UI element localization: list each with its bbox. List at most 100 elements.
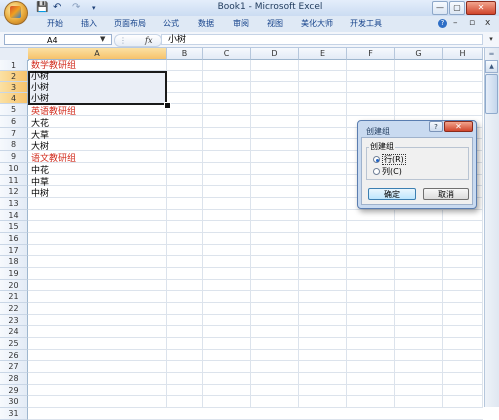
row-header-27[interactable]: 27 xyxy=(0,361,28,373)
expand-handle-icon[interactable]: ⋮ xyxy=(119,35,127,46)
undo-icon[interactable]: ↶ xyxy=(53,2,61,14)
row-header-12[interactable]: 12 xyxy=(0,186,28,198)
column-header-e[interactable]: E xyxy=(299,48,347,60)
expand-formula-bar-icon[interactable]: ▾ xyxy=(486,34,496,45)
dialog-help-button[interactable]: ? xyxy=(429,121,443,132)
tab-beautify-master[interactable]: 美化大师 xyxy=(297,16,337,32)
row-header-31[interactable]: 31 xyxy=(0,408,28,420)
cell-a12[interactable]: 中树 xyxy=(31,189,49,200)
cell-a6[interactable]: 大花 xyxy=(31,119,49,130)
cell-a2[interactable]: 小树 xyxy=(31,72,49,83)
row-header-28[interactable]: 28 xyxy=(0,373,28,385)
close-button[interactable]: ✕ xyxy=(466,1,496,15)
minimize-button[interactable]: — xyxy=(432,1,448,15)
grid-row-line xyxy=(28,407,483,408)
formula-controls: ⋮ fx xyxy=(114,34,162,47)
scrollbar-thumb[interactable] xyxy=(485,74,498,114)
cell-a7[interactable]: 大草 xyxy=(31,131,49,142)
row-header-4[interactable]: 4 xyxy=(0,93,28,104)
column-header-f[interactable]: F xyxy=(347,48,395,60)
radio-columns[interactable] xyxy=(373,168,380,175)
tab-formulas[interactable]: 公式 xyxy=(158,16,184,32)
column-header-d[interactable]: D xyxy=(251,48,299,60)
insert-function-icon[interactable]: fx xyxy=(145,35,152,46)
row-header-19[interactable]: 19 xyxy=(0,268,28,280)
row-header-29[interactable]: 29 xyxy=(0,385,28,396)
tab-insert[interactable]: 插入 xyxy=(76,16,102,32)
radio-columns-label[interactable]: 列(C) xyxy=(382,166,402,177)
formula-input[interactable]: 小树 xyxy=(161,34,483,45)
tab-view[interactable]: 视图 xyxy=(262,16,288,32)
row-header-30[interactable]: 30 xyxy=(0,396,28,408)
tab-home[interactable]: 开始 xyxy=(42,16,68,32)
tab-page-layout[interactable]: 页面布局 xyxy=(110,16,150,32)
grid-row-line xyxy=(28,325,483,326)
grid-row-line xyxy=(28,290,483,291)
cell-a5[interactable]: 英语教研组 xyxy=(31,107,76,118)
row-header-15[interactable]: 15 xyxy=(0,221,28,233)
cell-a8[interactable]: 大树 xyxy=(31,142,49,153)
workbook-minimize-icon[interactable]: – xyxy=(453,18,458,28)
radio-rows-label[interactable]: 行(R) xyxy=(382,154,406,165)
row-header-17[interactable]: 17 xyxy=(0,245,28,256)
row-header-9[interactable]: 9 xyxy=(0,151,28,163)
scroll-up-icon[interactable]: ▲ xyxy=(485,60,498,73)
column-header-h[interactable]: H xyxy=(443,48,483,60)
help-icon[interactable]: ? xyxy=(438,19,447,28)
grid-row-line xyxy=(28,372,483,373)
row-header-7[interactable]: 7 xyxy=(0,128,28,139)
row-header-11[interactable]: 11 xyxy=(0,175,28,186)
radio-rows[interactable] xyxy=(373,156,380,163)
cell-a3[interactable]: 小树 xyxy=(31,83,49,94)
dialog-close-button[interactable]: ✕ xyxy=(444,121,473,132)
workbook-close-icon[interactable]: x xyxy=(485,18,490,28)
cell-a11[interactable]: 中草 xyxy=(31,178,49,189)
tab-data[interactable]: 数据 xyxy=(193,16,219,32)
row-header-1[interactable]: 1 xyxy=(0,60,28,71)
column-header-a[interactable]: A xyxy=(28,48,167,60)
office-button[interactable] xyxy=(4,1,28,25)
save-icon[interactable]: 💾 xyxy=(36,2,48,14)
row-header-14[interactable]: 14 xyxy=(0,210,28,221)
row-header-10[interactable]: 10 xyxy=(0,163,28,175)
ok-button[interactable]: 确定 xyxy=(368,188,416,200)
cancel-button[interactable]: 取消 xyxy=(423,188,469,200)
cell-a1[interactable]: 数学教研组 xyxy=(31,61,76,72)
column-header-c[interactable]: C xyxy=(203,48,251,60)
restore-button[interactable]: ▢ xyxy=(449,1,465,15)
row-header-5[interactable]: 5 xyxy=(0,104,28,116)
customize-toolbar-icon[interactable]: ▾ xyxy=(92,2,96,14)
tab-developer[interactable]: 开发工具 xyxy=(346,16,386,32)
cell-a10[interactable]: 中花 xyxy=(31,166,49,177)
grid-row-line xyxy=(28,255,483,256)
row-header-18[interactable]: 18 xyxy=(0,256,28,268)
redo-icon[interactable]: ↷ xyxy=(72,2,80,14)
row-header-21[interactable]: 21 xyxy=(0,291,28,303)
workbook-restore-icon[interactable]: ▫ xyxy=(469,18,475,28)
column-header-b[interactable]: B xyxy=(167,48,203,60)
grid-row-line xyxy=(28,349,483,350)
grid-row-line xyxy=(28,302,483,303)
name-box[interactable]: A4 xyxy=(4,34,112,45)
cell-a4[interactable]: 小树 xyxy=(31,94,49,105)
fill-handle[interactable] xyxy=(164,102,171,109)
row-header-26[interactable]: 26 xyxy=(0,350,28,361)
row-header-13[interactable]: 13 xyxy=(0,198,28,210)
row-header-22[interactable]: 22 xyxy=(0,303,28,315)
column-header-g[interactable]: G xyxy=(395,48,443,60)
grid-row-line xyxy=(28,279,483,280)
row-header-20[interactable]: 20 xyxy=(0,280,28,291)
row-header-3[interactable]: 3 xyxy=(0,82,28,93)
split-box[interactable]: ═ xyxy=(486,49,497,59)
row-header-23[interactable]: 23 xyxy=(0,315,28,326)
name-box-dropdown-icon[interactable]: ▼ xyxy=(100,35,105,43)
tab-review[interactable]: 审阅 xyxy=(228,16,254,32)
row-header-24[interactable]: 24 xyxy=(0,326,28,338)
row-header-16[interactable]: 16 xyxy=(0,233,28,245)
row-header-8[interactable]: 8 xyxy=(0,139,28,151)
row-header-2[interactable]: 2 xyxy=(0,71,28,82)
cell-a9[interactable]: 语文教研组 xyxy=(31,154,76,165)
office-logo-icon xyxy=(10,6,21,18)
row-header-25[interactable]: 25 xyxy=(0,338,28,350)
row-header-6[interactable]: 6 xyxy=(0,116,28,128)
